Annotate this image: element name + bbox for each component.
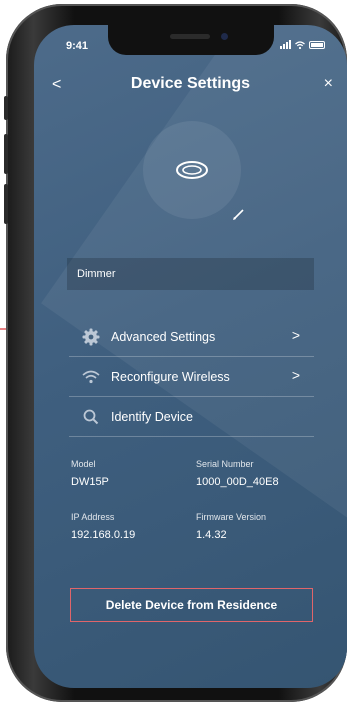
serial-value: 1000_00D_40E8 bbox=[196, 476, 279, 488]
status-icons bbox=[280, 40, 325, 49]
firmware-value: 1.4.32 bbox=[196, 529, 227, 541]
screen: 9:41 < Device Settings × Dimmer Advanced… bbox=[34, 25, 347, 688]
dimmer-device-icon bbox=[176, 161, 208, 179]
advanced-settings-item[interactable]: Advanced Settings > bbox=[69, 317, 314, 357]
model-info: Model DW15P bbox=[71, 459, 109, 488]
firmware-info: Firmware Version 1.4.32 bbox=[196, 512, 266, 541]
model-value: DW15P bbox=[71, 476, 109, 488]
mute-switch bbox=[4, 96, 8, 120]
search-icon bbox=[77, 409, 105, 425]
menu-item-label: Reconfigure Wireless bbox=[111, 369, 230, 384]
serial-label: Serial Number bbox=[196, 459, 254, 469]
delete-device-button[interactable]: Delete Device from Residence bbox=[70, 588, 313, 622]
battery-icon bbox=[309, 41, 325, 49]
menu-item-label: Advanced Settings bbox=[111, 329, 216, 344]
page-title: Device Settings bbox=[130, 75, 251, 92]
wifi-icon bbox=[77, 370, 105, 384]
firmware-label: Firmware Version bbox=[196, 512, 267, 522]
header: < Device Settings × bbox=[34, 73, 347, 99]
volume-up-button bbox=[4, 134, 8, 174]
model-label: Model bbox=[71, 459, 96, 469]
signal-icon bbox=[280, 40, 291, 49]
settings-menu: Advanced Settings > Reconfigure Wireless… bbox=[69, 317, 314, 437]
device-image bbox=[143, 121, 241, 219]
device-name-field[interactable]: Dimmer bbox=[67, 258, 314, 290]
gear-icon bbox=[77, 328, 105, 346]
chevron-right-icon: > bbox=[291, 367, 300, 383]
wifi-status-icon bbox=[295, 41, 305, 49]
volume-down-button bbox=[4, 184, 8, 224]
menu-item-label: Identify Device bbox=[111, 409, 193, 424]
ip-info: IP Address 192.168.0.19 bbox=[71, 512, 135, 541]
notch bbox=[108, 25, 274, 55]
close-button[interactable]: × bbox=[324, 75, 333, 93]
ip-value: 192.168.0.19 bbox=[71, 529, 136, 541]
identify-device-item[interactable]: Identify Device bbox=[69, 397, 314, 437]
status-time: 9:41 bbox=[66, 40, 89, 52]
serial-info: Serial Number 1000_00D_40E8 bbox=[196, 459, 279, 488]
ip-label: IP Address bbox=[71, 512, 115, 522]
reconfigure-wireless-item[interactable]: Reconfigure Wireless > bbox=[69, 357, 314, 397]
phone-frame: 9:41 < Device Settings × Dimmer Advanced… bbox=[4, 4, 347, 702]
chevron-right-icon: > bbox=[291, 327, 300, 343]
edit-pencil-icon[interactable] bbox=[232, 207, 246, 221]
